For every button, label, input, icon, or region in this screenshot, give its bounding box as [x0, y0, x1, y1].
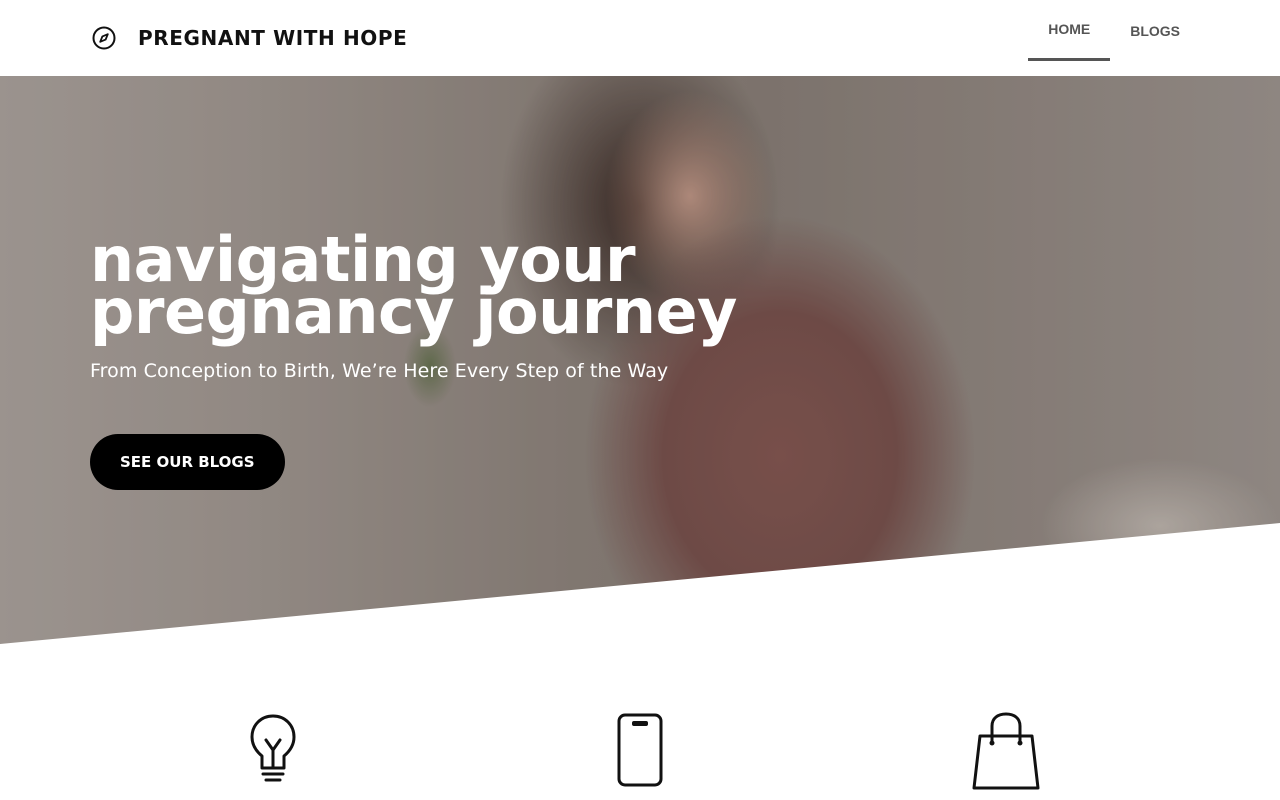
brand-name: PREGNANT WITH HOPE: [138, 26, 408, 50]
lightbulb-icon: [248, 712, 298, 788]
smartphone-icon: [616, 712, 664, 788]
nav-blogs-link[interactable]: BLOGS: [1110, 0, 1200, 61]
site-header: PREGNANT WITH HOPE HOME BLOGS: [0, 0, 1280, 76]
brand-logo[interactable]: PREGNANT WITH HOPE: [90, 24, 407, 52]
see-our-blogs-button[interactable]: SEE OUR BLOGS: [90, 434, 285, 490]
compass-icon: [90, 24, 118, 52]
features-section: [0, 700, 1280, 800]
hero-subtitle: From Conception to Birth, We’re Here Eve…: [90, 360, 669, 382]
hero-title: navigating your pregnancy journey: [90, 229, 850, 348]
hero-section: navigating your pregnancy journey From C…: [0, 76, 1280, 644]
nav-home-link[interactable]: HOME: [1028, 0, 1111, 61]
main-nav: HOME BLOGS: [1028, 0, 1200, 76]
hero-title-line-2: pregnancy journey: [90, 275, 737, 348]
shopping-bag-icon: [970, 712, 1042, 792]
